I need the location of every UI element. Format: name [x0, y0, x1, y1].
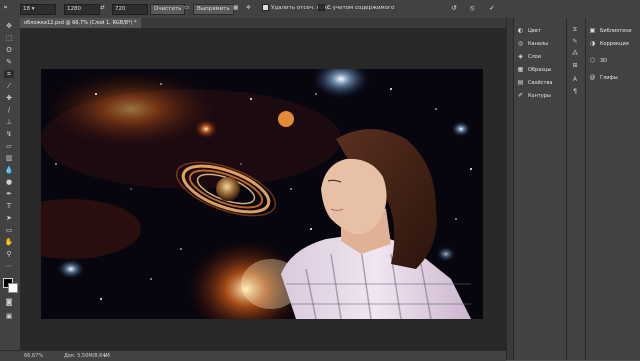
- panel-item-swatches[interactable]: ▦ Образцы: [517, 65, 552, 75]
- eraser-tool-icon[interactable]: ▱: [4, 142, 14, 150]
- crop-tool-icon[interactable]: ⌗: [4, 4, 7, 13]
- height-value: 720: [115, 6, 126, 12]
- channels-icon: ◎: [517, 39, 524, 47]
- ratio-preset-dropdown[interactable]: 18 ▾: [20, 4, 56, 15]
- background-color-swatch[interactable]: [8, 283, 18, 293]
- more-tools-icon[interactable]: ⋯: [4, 262, 14, 270]
- libraries-icon: ▣: [589, 26, 596, 34]
- ratio-preset-value: 18: [23, 6, 30, 12]
- panel-item-label: Библиотеки: [600, 28, 632, 34]
- panel-item-label: Слои: [528, 54, 541, 60]
- adjustments-icon: ◑: [589, 39, 596, 47]
- character-icon[interactable]: A: [571, 76, 579, 84]
- content-aware-checkbox[interactable]: [318, 4, 325, 11]
- 3d-icon: ⬡: [589, 56, 596, 64]
- panel-item-adjustments[interactable]: ◑ Коррекция: [589, 39, 629, 49]
- panel-icon-strip: ⧖ ✎ ⁂ ⊞ A ¶: [566, 18, 585, 360]
- straighten-button[interactable]: Выпрямить: [193, 4, 234, 15]
- panel-item-label: Свойства: [528, 80, 553, 86]
- panel-item-label: Контуры: [528, 93, 551, 99]
- status-bar: 66,67% Док: 5,50M/8,64M ▸: [0, 350, 506, 361]
- panel-item-label: Коррекция: [600, 41, 629, 47]
- straighten-icon: ▭: [184, 5, 190, 11]
- panel-item-color[interactable]: ◐ Цвет: [517, 26, 541, 36]
- width-field[interactable]: 1280: [64, 4, 100, 15]
- canvas-area[interactable]: [21, 29, 506, 350]
- dodge-tool-icon[interactable]: ●: [4, 178, 14, 186]
- panel-dock-1: ◐ Цвет ◎ Каналы ◈ Слои ▦ Образцы ▤ Свойства ✐…: [513, 18, 566, 360]
- paths-icon: ✐: [517, 91, 524, 99]
- document-tab[interactable]: обложка12.psd @ 66,7% (Слой 1, RGB/8*) *: [20, 18, 141, 28]
- width-value: 1280: [67, 6, 81, 12]
- status-menu-arrow-icon[interactable]: ▸: [104, 352, 107, 360]
- content-aware-label: С учетом содержимого: [327, 5, 395, 11]
- zoom-level[interactable]: 66,67%: [24, 352, 43, 360]
- marquee-tool-icon[interactable]: ⬚: [4, 34, 14, 42]
- color-wheel-icon: ◐: [517, 26, 524, 34]
- document-canvas[interactable]: [41, 69, 483, 319]
- blur-tool-icon[interactable]: 💧: [4, 166, 14, 174]
- panel-item-libraries[interactable]: ▣ Библиотеки: [589, 26, 632, 36]
- tools-panel: ✥ ⬚ ʘ ✎ ⌗ ⁄ ✚ ∕ ⊥ ↯ ▱ ▥ 💧 ● ✒ T ➤ ▭ ✋ ⚲ …: [0, 18, 21, 350]
- properties-icon: ▤: [517, 78, 524, 86]
- paragraph-icon[interactable]: ¶: [571, 88, 579, 96]
- reset-icon[interactable]: ↺: [451, 4, 457, 13]
- panel-item-label: 3D: [600, 58, 608, 64]
- artwork-image: [41, 69, 483, 319]
- swatches-icon: ▦: [517, 65, 524, 73]
- overlay-grid-icon[interactable]: ▦: [233, 4, 238, 13]
- crop-tool-icon[interactable]: ⌗: [4, 70, 14, 78]
- quick-mask-icon[interactable]: ◙: [4, 298, 14, 306]
- screen-mode-icon[interactable]: ▣: [4, 312, 14, 320]
- path-select-tool-icon[interactable]: ➤: [4, 214, 14, 222]
- stamp-tool-icon[interactable]: ⊥: [4, 118, 14, 126]
- quick-select-tool-icon[interactable]: ✎: [4, 58, 14, 66]
- document-tab-bar: обложка12.psd @ 66,7% (Слой 1, RGB/8*) *: [20, 18, 506, 29]
- clone-source-icon[interactable]: ⊞: [571, 62, 579, 70]
- pen-tool-icon[interactable]: ✒: [4, 190, 14, 198]
- panel-item-glyphs[interactable]: @ Глифы: [589, 73, 618, 83]
- panel-item-paths[interactable]: ✐ Контуры: [517, 91, 551, 101]
- brush-settings-icon[interactable]: ✎: [571, 38, 579, 46]
- shape-tool-icon[interactable]: ▭: [4, 226, 14, 234]
- history-icon[interactable]: ⧖: [571, 26, 579, 34]
- clear-button[interactable]: Очистить: [150, 4, 186, 15]
- swap-icon[interactable]: ⇄: [100, 4, 105, 13]
- gradient-tool-icon[interactable]: ▥: [4, 154, 14, 162]
- hand-tool-icon[interactable]: ✋: [4, 238, 14, 246]
- gear-icon[interactable]: ✲: [246, 4, 251, 13]
- panel-item-label: Цвет: [528, 28, 541, 34]
- cancel-icon[interactable]: ⦸: [470, 4, 475, 13]
- layers-icon: ◈: [518, 52, 523, 60]
- options-bar: ⌗ 18 ▾ 1280 ⇄ 720 Очистить ▭ Выпрямить ▦…: [0, 0, 640, 19]
- move-tool-icon[interactable]: ✥: [4, 22, 14, 30]
- commit-icon[interactable]: ✓: [489, 4, 495, 13]
- zoom-tool-icon[interactable]: ⚲: [4, 250, 14, 258]
- type-tool-icon[interactable]: T: [4, 202, 14, 210]
- panel-item-label: Глифы: [600, 75, 618, 81]
- document-info: Док: 5,50M/8,64M: [64, 353, 110, 359]
- panel-dock-2: ▣ Библиотеки ◑ Коррекция ⬡ 3D @ Глифы: [585, 18, 640, 360]
- panel-item-3d[interactable]: ⬡ 3D: [589, 56, 607, 66]
- delete-pixels-checkbox[interactable]: [262, 4, 269, 11]
- glyphs-icon: @: [589, 73, 596, 81]
- lasso-tool-icon[interactable]: ʘ: [4, 46, 14, 54]
- panel-item-layers[interactable]: ◈ Слои: [517, 52, 541, 62]
- panel-item-label: Каналы: [528, 41, 549, 47]
- eyedropper-tool-icon[interactable]: ⁄: [4, 82, 14, 90]
- panel-item-channels[interactable]: ◎ Каналы: [517, 39, 548, 49]
- panel-item-properties[interactable]: ▤ Свойства: [517, 78, 553, 88]
- panel-item-label: Образцы: [528, 67, 552, 73]
- healing-tool-icon[interactable]: ✚: [4, 94, 14, 102]
- brush-tool-icon[interactable]: ∕: [4, 106, 14, 114]
- height-field[interactable]: 720: [112, 4, 148, 15]
- content-aware-option[interactable]: С учетом содержимого: [318, 4, 394, 13]
- brushes-icon[interactable]: ⁂: [571, 50, 579, 58]
- history-brush-icon[interactable]: ↯: [4, 130, 14, 138]
